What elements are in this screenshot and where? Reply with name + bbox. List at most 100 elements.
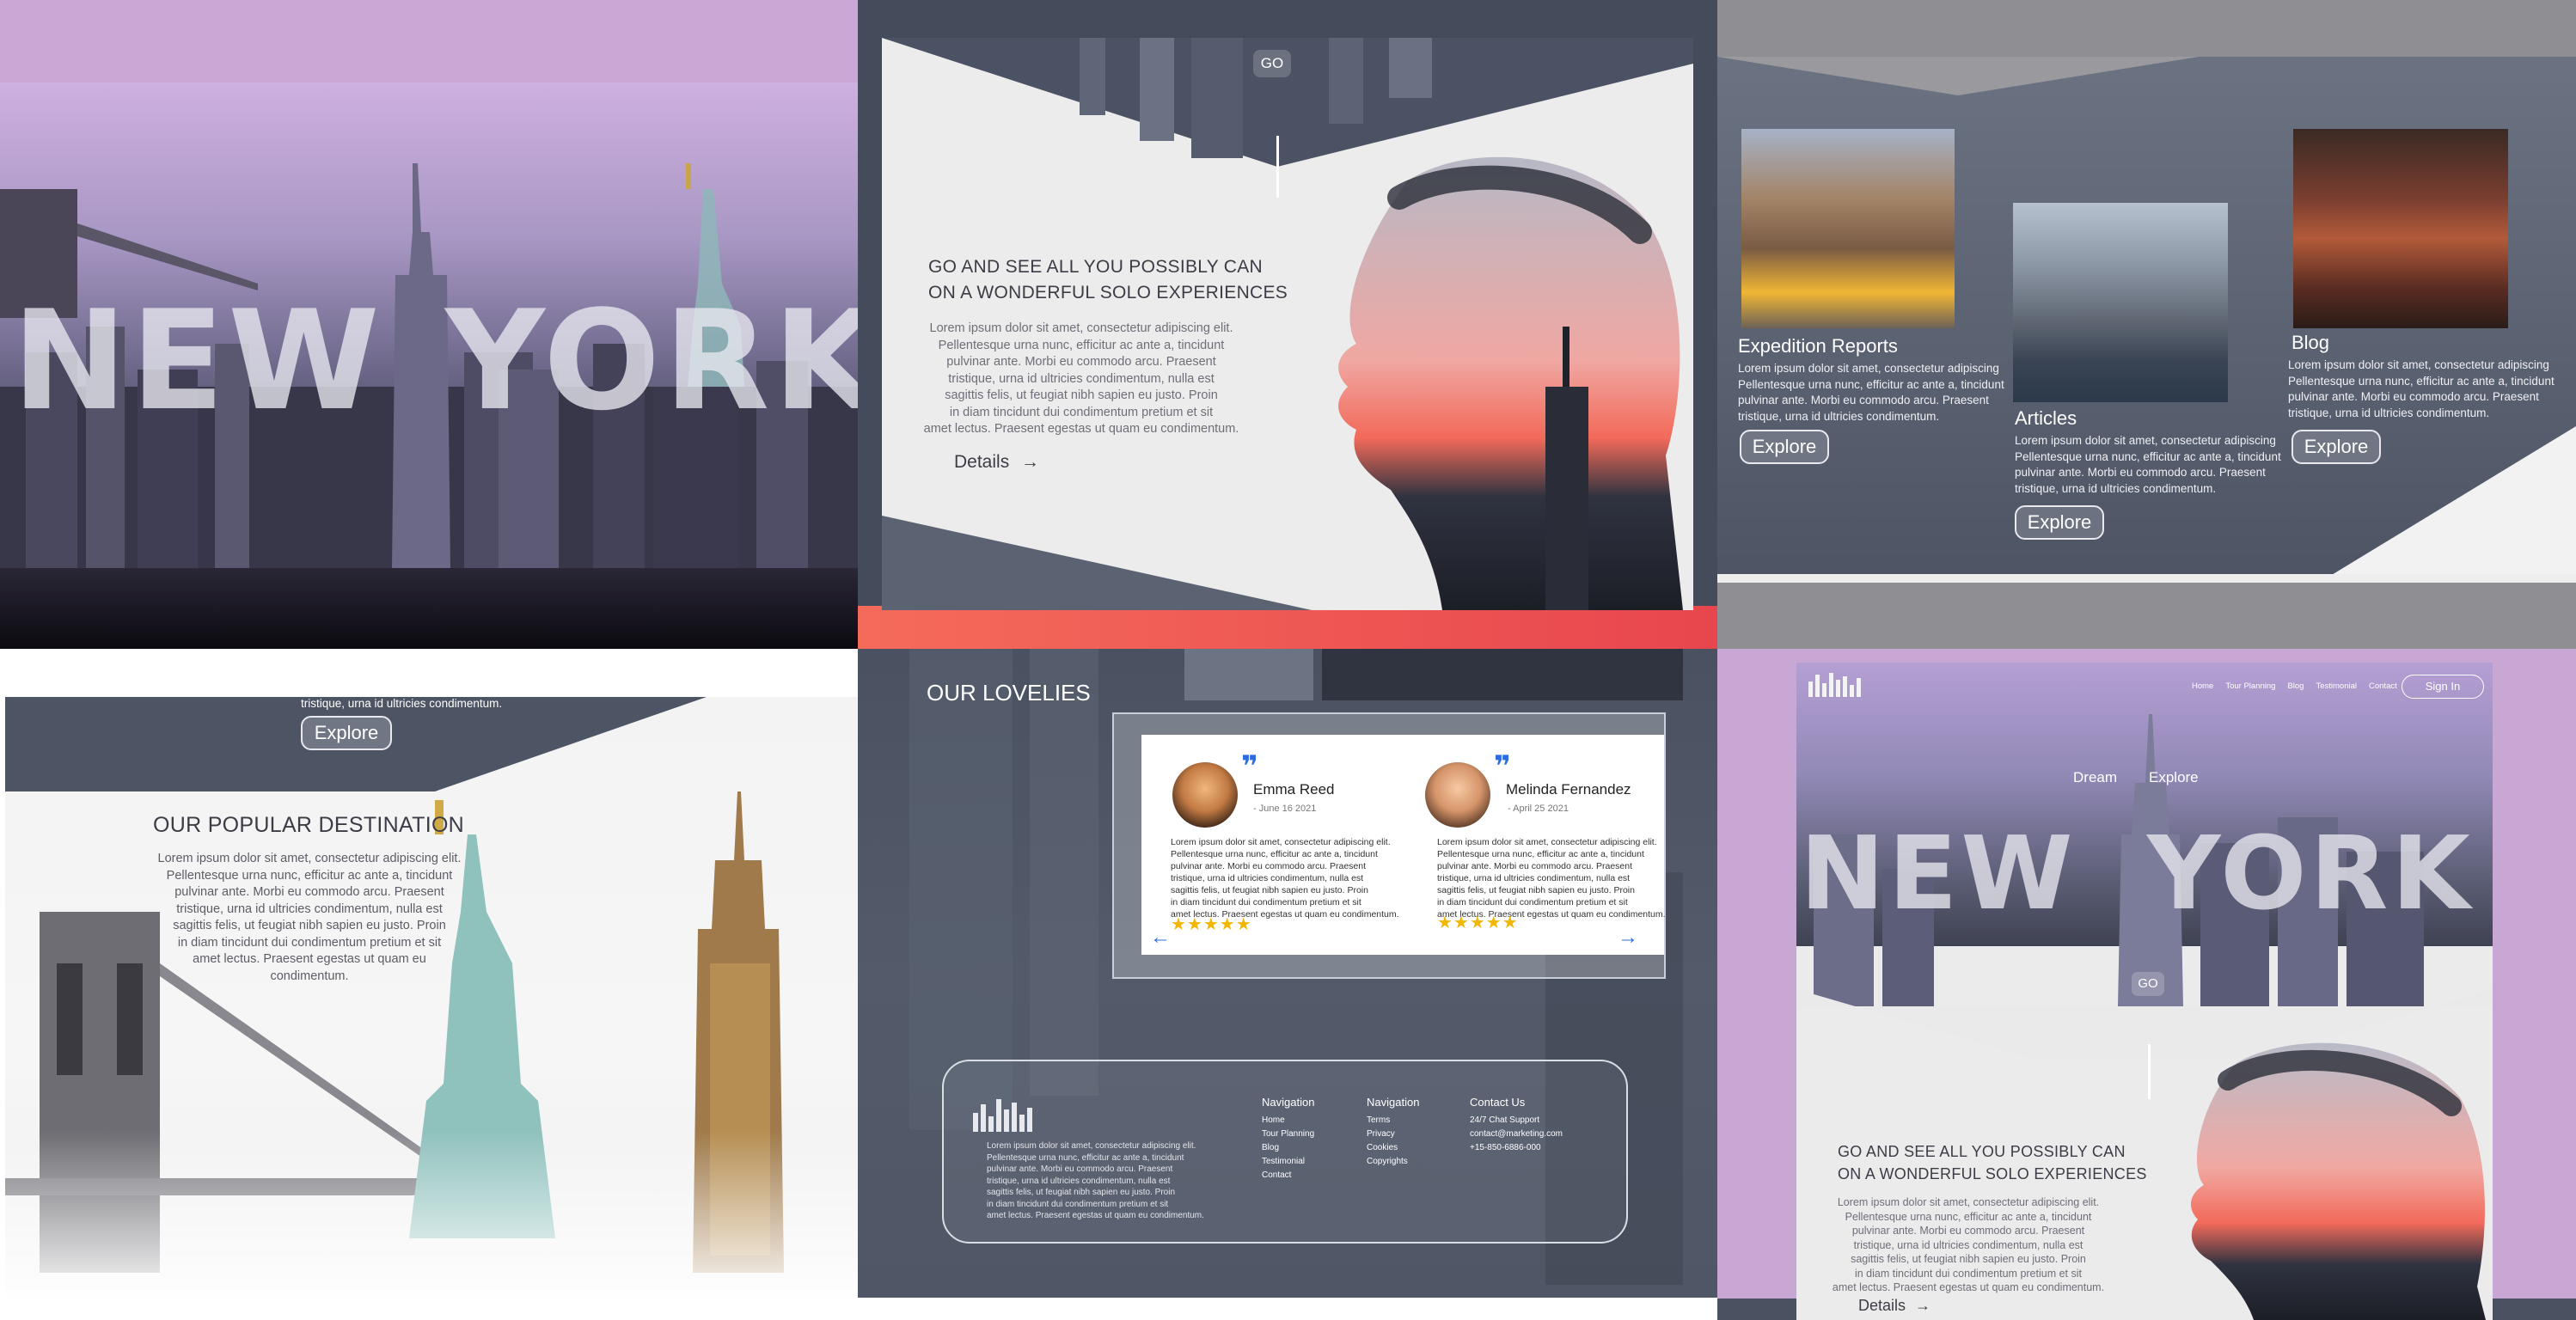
experience-heading-line1: GO AND SEE ALL YOU POSSIBLY CAN — [928, 257, 1264, 277]
footer-about-line: Pellentesque urna nunc, efficitur ac ant… — [987, 1152, 1184, 1163]
experience-body: Lorem ipsum dolor sit amet, consectetur … — [909, 321, 1253, 438]
review-line: tristique, urna id ultricies condimentum… — [1171, 873, 1364, 883]
destination-heading: OUR POPULAR DESTINATION — [153, 813, 465, 837]
footer-contact-email[interactable]: contact@marketing.com — [1470, 1128, 1563, 1141]
card-body-line: tristique, urna id ultricies condimentum… — [2015, 481, 2217, 495]
card-expedition-explore-button[interactable]: Explore — [1740, 430, 1829, 464]
go-button[interactable]: GO — [1253, 50, 1291, 77]
footer-contact-phone[interactable]: +15-850-6886-000 — [1470, 1141, 1563, 1155]
review-body: Lorem ipsum dolor sit amet, consectetur … — [1171, 836, 1420, 920]
footer-link-terms[interactable]: Terms — [1367, 1114, 1419, 1128]
preview-heading-line2: ON A WONDERFUL SOLO EXPERIENCES — [1838, 1165, 2147, 1182]
card-articles-title: Articles — [2015, 407, 2077, 429]
footer-link-tour-planning[interactable]: Tour Planning — [1262, 1128, 1314, 1141]
review-line: Pellentesque urna nunc, efficitur ac ant… — [1171, 849, 1378, 859]
nav-blog[interactable]: Blog — [2287, 681, 2304, 691]
nav-contact[interactable]: Contact — [2369, 681, 2397, 691]
panel-popular-destination: tristique, urna id ultricies condimentum… — [0, 649, 858, 1320]
body-line: Lorem ipsum dolor sit amet, consectetur … — [929, 321, 1233, 335]
hero-bottom-shade — [0, 568, 858, 649]
panel-homepage-preview: Home Tour Planning Blog Testimonial Cont… — [1717, 649, 2576, 1320]
quote-icon: ❞ — [1241, 750, 1258, 783]
card-expedition-title: Expedition Reports — [1738, 335, 1898, 357]
card-articles-image — [2013, 203, 2228, 402]
card-body-line: Pellentesque urna nunc, efficitur ac ant… — [1738, 377, 2004, 391]
card-body-line: tristique, urna id ultricies condimentum… — [2288, 406, 2490, 419]
footer-link-blog[interactable]: Blog — [1262, 1141, 1314, 1155]
card-body-line: Pellentesque urna nunc, efficitur ac ant… — [2015, 449, 2281, 463]
preview-portrait — [2190, 1042, 2486, 1320]
body-line: amet lectus. Praesent egestas ut quam eu… — [193, 952, 426, 983]
footer-about-line: in diam tincidunt dui condimentum pretiu… — [987, 1199, 1169, 1209]
sunset-strip — [858, 606, 1717, 649]
nav-testimonial[interactable]: Testimonial — [2316, 681, 2357, 691]
footer-about-line: amet lectus. Praesent egestas ut quam eu… — [987, 1211, 1204, 1220]
destination-body: Lorem ipsum dolor sit amet, consectetur … — [155, 851, 464, 985]
hero-word-new: NEW — [12, 280, 383, 441]
footer-about-line: Lorem ipsum dolor sit amet, consectetur … — [987, 1141, 1196, 1151]
card-blog-explore-button[interactable]: Explore — [2291, 430, 2381, 464]
footer-link-testimonial[interactable]: Testimonial — [1262, 1155, 1314, 1169]
review-line: sagittis felis, ut feugiat nibh sapien e… — [1437, 885, 1635, 895]
body-line: Pellentesque urna nunc, efficitur ac ant… — [166, 868, 453, 883]
double-exposure-portrait — [1338, 156, 1683, 610]
details-link[interactable]: Details → — [954, 452, 1039, 473]
body-line: sagittis felis, ut feugiat nibh sapien e… — [1851, 1253, 2086, 1265]
footer-about-line: pulvinar ante. Morbi eu commodo arcu. Pr… — [987, 1164, 1173, 1174]
star-rating: ★★★★★ — [1437, 914, 1519, 932]
footer-contact-chat[interactable]: 24/7 Chat Support — [1470, 1114, 1563, 1128]
destination-explore-button[interactable]: Explore — [301, 716, 392, 750]
review-line: tristique, urna id ultricies condimentum… — [1437, 873, 1631, 883]
footer-link-privacy[interactable]: Privacy — [1367, 1128, 1419, 1141]
card-expedition-body: Lorem ipsum dolor sit amet, consectetur … — [1738, 361, 2013, 425]
arrow-right-icon[interactable]: → — [1618, 926, 1638, 950]
lovelies-title: OUR LOVELIES — [927, 680, 1091, 706]
preview-hero-word-york: YORK — [2147, 814, 2474, 932]
review-line: in diam tincidunt dui condimentum pretiu… — [1437, 897, 1628, 908]
star-rating: ★★★★★ — [1171, 915, 1252, 934]
footer-col-title: Navigation — [1367, 1096, 1420, 1109]
footer-col-legal: Navigation Terms Privacy Cookies Copyrig… — [1367, 1096, 1419, 1169]
card-expedition-image — [1741, 129, 1955, 328]
body-line: Pellentesque urna nunc, efficitur ac ant… — [938, 338, 1225, 352]
card-articles-explore-button[interactable]: Explore — [2015, 505, 2104, 540]
card-body-line: Pellentesque urna nunc, efficitur ac ant… — [2288, 374, 2555, 388]
review-date: - June 16 2021 — [1253, 804, 1317, 814]
preview-go-button[interactable]: GO — [2132, 972, 2164, 996]
body-line: in diam tincidunt dui condimentum pretiu… — [1854, 1267, 2082, 1280]
sign-in-button[interactable]: Sign In — [2402, 675, 2484, 699]
footer-logo-icon — [973, 1099, 1032, 1132]
arrow-left-icon[interactable]: ← — [1150, 926, 1171, 950]
preview-nav: Home Tour Planning Blog Testimonial Cont… — [2192, 681, 2397, 691]
card-body-line: pulvinar ante. Morbi eu commodo arcu. Pr… — [1738, 394, 1989, 406]
footer-col-title: Navigation — [1262, 1096, 1315, 1109]
destination-fade — [5, 1130, 858, 1299]
review-line: Lorem ipsum dolor sit amet, consectetur … — [1437, 837, 1657, 847]
footer-link-contact[interactable]: Contact — [1262, 1169, 1314, 1182]
panel-cards: Expedition Reports Lorem ipsum dolor sit… — [1717, 0, 2576, 649]
preview-frame: Home Tour Planning Blog Testimonial Cont… — [1796, 663, 2493, 1320]
footer-link-copyrights[interactable]: Copyrights — [1367, 1155, 1419, 1169]
body-line: in diam tincidunt dui condimentum pretiu… — [177, 935, 442, 950]
destination-top-wedge — [5, 697, 707, 791]
review-line: sagittis felis, ut feugiat nibh sapien e… — [1171, 885, 1368, 895]
review-body: Lorem ipsum dolor sit amet, consectetur … — [1437, 836, 1686, 920]
card-body-line: pulvinar ante. Morbi eu commodo arcu. Pr… — [2015, 466, 2266, 479]
footer-link-cookies[interactable]: Cookies — [1367, 1141, 1419, 1155]
body-line: pulvinar ante. Morbi eu commodo arcu. Pr… — [1851, 1225, 2085, 1237]
nav-tour-planning[interactable]: Tour Planning — [2225, 681, 2275, 691]
nav-home[interactable]: Home — [2192, 681, 2213, 691]
card-blog-body: Lorem ipsum dolor sit amet, consectetur … — [2288, 358, 2572, 421]
card-body-line: Lorem ipsum dolor sit amet, consectetur … — [2288, 358, 2549, 371]
scroll-indicator-line — [1276, 136, 1279, 198]
footer-link-home[interactable]: Home — [1262, 1114, 1314, 1128]
preview-details-link[interactable]: Details → — [1858, 1297, 1930, 1315]
body-line: Pellentesque urna nunc, efficitur ac ant… — [1845, 1210, 2092, 1223]
footer-col-title: Contact Us — [1470, 1096, 1526, 1109]
panel-solo-experience: GO GO AND SEE ALL YOU POSSIBLY CAN ON A … — [858, 0, 1717, 649]
review-line: pulvinar ante. Morbi eu commodo arcu. Pr… — [1171, 861, 1367, 871]
arrow-right-icon: → — [1021, 452, 1040, 472]
card-blog-title: Blog — [2291, 332, 2330, 353]
avatar — [1172, 762, 1238, 828]
panel-hero-lavender: NEW YORK — [0, 0, 858, 649]
